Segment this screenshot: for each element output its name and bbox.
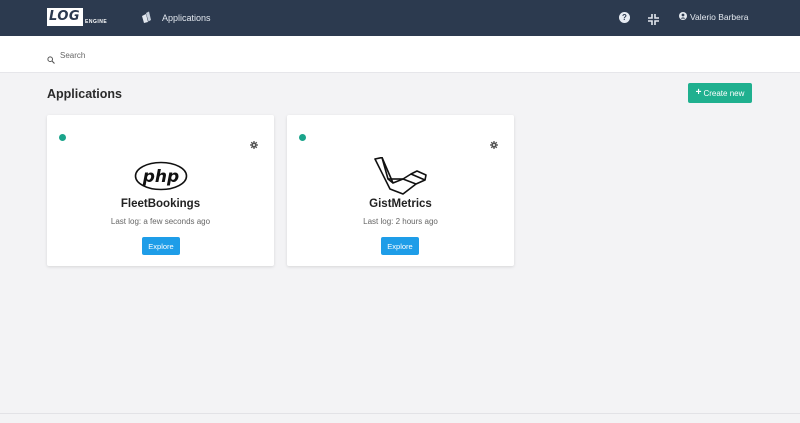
user-name: Valerio Barbera (690, 12, 749, 22)
php-logo-text: php (141, 167, 178, 187)
explore-button[interactable]: Explore (381, 237, 419, 255)
php-logo-icon: php (47, 157, 274, 195)
laravel-logo-icon (287, 157, 514, 195)
logo-subtext: ENGINE (85, 19, 108, 25)
page-title: Applications (47, 87, 123, 101)
user-icon (679, 12, 687, 22)
top-navbar: LOG ENGINE Applications ? Valerio Barber… (0, 0, 800, 36)
search-icon (47, 51, 55, 64)
last-log-text: Last log: 2 hours ago (363, 217, 438, 226)
search-input[interactable] (60, 48, 360, 62)
status-indicator (59, 134, 66, 141)
applications-icon (141, 11, 153, 25)
last-log-text: Last log: a few seconds ago (110, 217, 211, 226)
application-card-fleetbookings[interactable]: php FleetBookings Last log: a few second… (47, 115, 274, 266)
create-new-label: Create new (703, 88, 745, 98)
footer-divider (0, 413, 800, 414)
app-name: GistMetrics (369, 198, 432, 210)
logo-text: LOG (47, 8, 84, 26)
search-bar (0, 36, 800, 73)
user-menu[interactable]: Valerio Barbera (679, 12, 748, 22)
create-new-button[interactable]: + Create new (688, 83, 752, 103)
gear-icon[interactable] (250, 136, 258, 149)
nav-applications-label: Applications (162, 13, 211, 23)
app-name: FleetBookings (120, 198, 201, 210)
app-logo[interactable]: LOG ENGINE (47, 8, 107, 26)
nav-applications-link[interactable]: Applications (141, 11, 211, 25)
application-card-gistmetrics[interactable]: GistMetrics Last log: 2 hours ago Explor… (287, 115, 514, 266)
collapse-icon[interactable] (648, 12, 659, 25)
status-indicator (299, 134, 306, 141)
explore-button[interactable]: Explore (142, 237, 180, 255)
help-icon[interactable]: ? (619, 12, 630, 23)
gear-icon[interactable] (490, 136, 498, 149)
plus-icon: + (695, 87, 702, 98)
